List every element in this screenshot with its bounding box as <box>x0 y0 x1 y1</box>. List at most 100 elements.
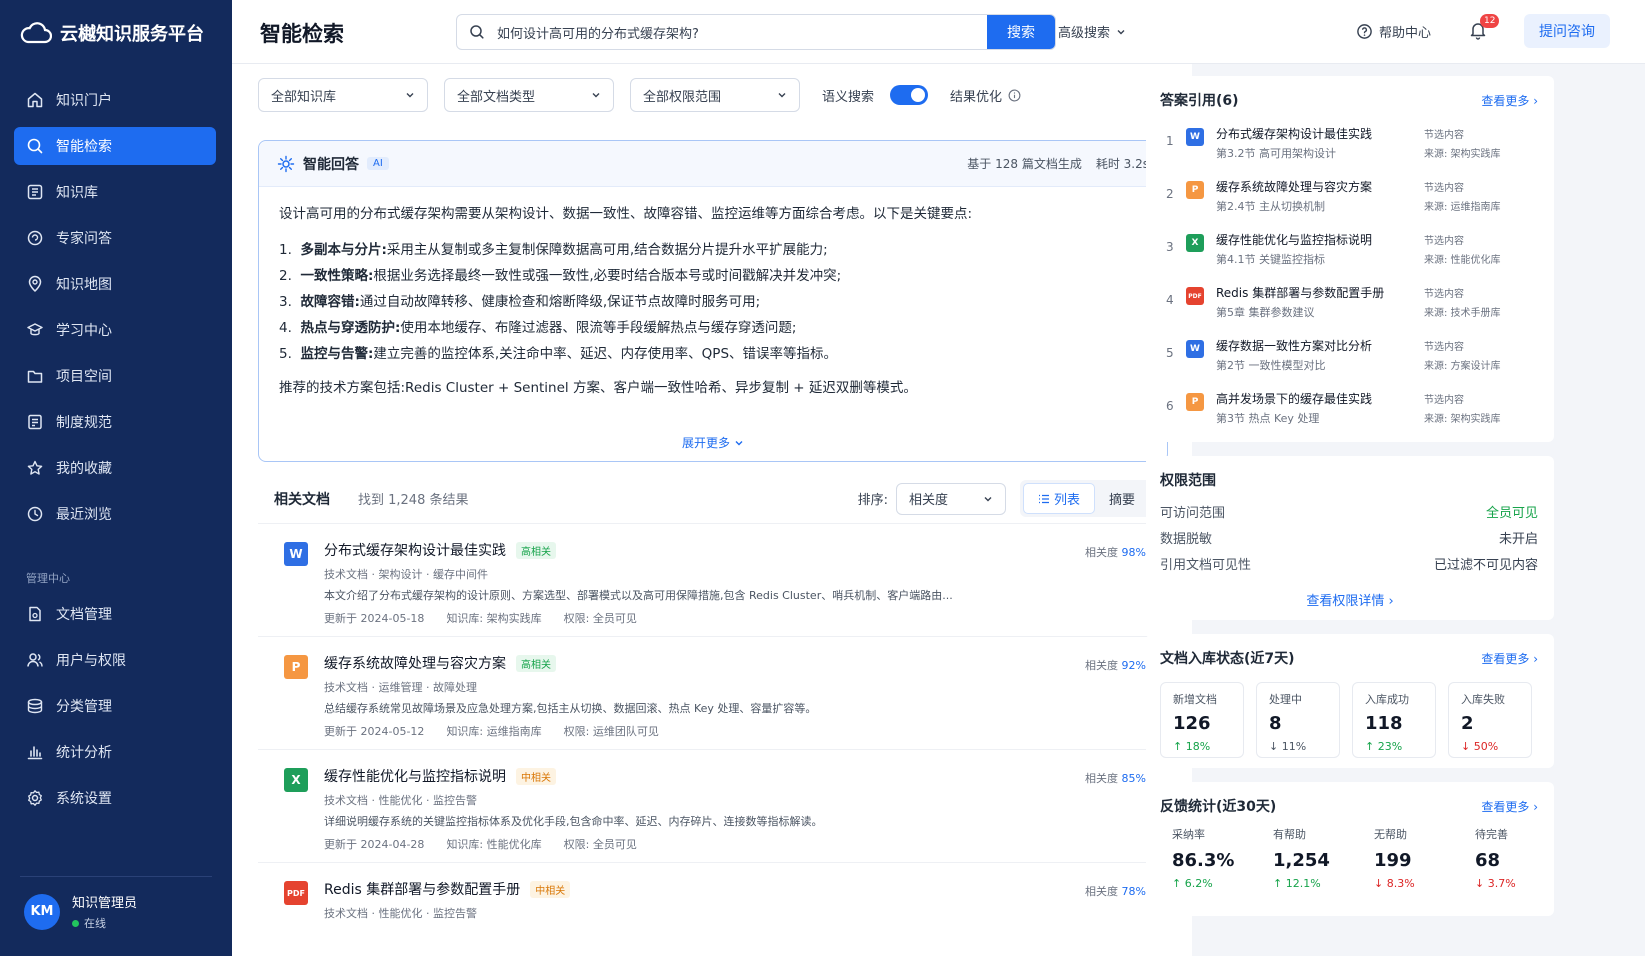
point-number: 4. <box>279 320 292 336</box>
citation-item[interactable]: 6 P 高并发场景下的缓存最佳实践 第3节 热点 Key 处理 节选内容 来源: 架构实践… <box>1146 390 1554 446</box>
doc-result-row[interactable]: PDF Redis 集群部署与参数配置手册 中相关技术文档 · 性能优化 · 监控告… <box>258 863 1168 956</box>
citation-title[interactable]: 缓存性能优化与监控指标说明 <box>1216 231 1372 248</box>
info-icon[interactable] <box>1008 89 1021 102</box>
citation-excerpt-label: 节选内容 <box>1424 342 1464 353</box>
relevance-score-label: 相关度 <box>1085 659 1119 672</box>
citation-excerpt-label: 节选内容 <box>1424 395 1464 406</box>
view-summary-button[interactable]: 摘要 <box>1095 483 1149 514</box>
view-list-label: 列表 <box>1053 493 1080 508</box>
relevance-badge: 高相关 <box>516 541 556 559</box>
kb-filter-select[interactable]: 全部知识库 <box>258 78 428 112</box>
permission-value: 未开启 <box>1498 532 1538 547</box>
ingest-title: 文档入库状态(近7天) <box>1160 651 1295 667</box>
notification-button[interactable]: 12 <box>1468 14 1500 40</box>
doc-title[interactable]: 缓存系统故障处理与容灾方案 <box>324 653 506 673</box>
citations-more-link[interactable]: 查看更多 › <box>1481 92 1538 109</box>
permission-details-link[interactable]: 查看权限详情 › <box>1146 590 1554 609</box>
citation-title[interactable]: Redis 集群部署与参数配置手册 <box>1216 284 1384 301</box>
relevance-badge: 中相关 <box>516 767 556 785</box>
doc-title[interactable]: Redis 集群部署与参数配置手册 <box>324 879 520 899</box>
view-list-button[interactable]: 列表 <box>1022 483 1095 514</box>
citation-section: 第3.2节 高可用架构设计 <box>1216 147 1336 160</box>
doc-meta: 更新于 2024-05-12 知识库: 运维指南库 权限: 运维团队可见 <box>324 723 1168 739</box>
file-w-icon: W <box>1186 128 1204 146</box>
nav-item-learning[interactable]: 学习中心 <box>14 311 216 349</box>
advanced-search-label: 高级搜索 <box>1058 26 1111 41</box>
point-heading: 一致性策略: <box>300 268 374 284</box>
help-center-button[interactable]: 帮助中心 <box>1356 22 1431 41</box>
ingest-stats: 新增文档 126 ↑ 18% 处理中 8 ↓ 11% 入库成功 118 ↑ 23% 入库失败 2 ↓ … <box>1160 682 1532 758</box>
citation-excerpt-label: 节选内容 <box>1424 289 1464 300</box>
relevance-score-label: 相关度 <box>1085 546 1119 559</box>
doc-tags: 技术文档 · 性能优化 · 监控告警 <box>324 907 477 920</box>
citation-number: 1 <box>1166 134 1174 148</box>
chevron-down-icon <box>1117 29 1125 34</box>
relevance-score-value: 78% <box>1121 885 1146 898</box>
nav-item-users[interactable]: 用户与权限 <box>14 641 216 679</box>
nav-item-regulations[interactable]: 制度规范 <box>14 403 216 441</box>
permission-link-label: 查看权限详情 <box>1306 594 1385 609</box>
doc-result-row[interactable]: W 分布式缓存架构设计最佳实践 高相关 技术文档 · 架构设计 · 缓存中间件 本文介绍… <box>258 524 1168 637</box>
semantic-search-toggle[interactable] <box>890 85 929 105</box>
citation-section: 第5章 集群参数建议 <box>1216 306 1315 319</box>
doc-result-row[interactable]: X 缓存性能优化与监控指标说明 中相关 技术文档 · 性能优化 · 监控告警 详细说明缓… <box>258 750 1168 863</box>
admin-nav: 文档管理 用户与权限 分类管理 统计分析 系统设置 <box>14 595 216 825</box>
nav-item-doc-manage[interactable]: 文档管理 <box>14 595 216 633</box>
doc-type-filter-select[interactable]: 全部文档类型 <box>444 78 614 112</box>
app-logo[interactable]: 云樾知识服务平台 <box>20 20 204 46</box>
citation-item[interactable]: 3 X 缓存性能优化与监控指标说明 第4.1节 关键监控指标 节选内容 来源: 性能优化库 <box>1146 231 1554 287</box>
feedback-more-link[interactable]: 查看更多 › <box>1481 798 1538 815</box>
doc-title[interactable]: 分布式缓存架构设计最佳实践 <box>324 540 506 560</box>
result-count: 找到 1,248 条结果 <box>358 493 469 508</box>
nav-label: 学习中心 <box>56 323 112 339</box>
nav-item-knowledge-map[interactable]: 知识地图 <box>14 265 216 303</box>
nav-label: 系统设置 <box>56 791 112 807</box>
citation-title[interactable]: 缓存数据一致性方案对比分析 <box>1216 337 1372 354</box>
citation-item[interactable]: 4 PDF Redis 集群部署与参数配置手册 第5章 集群参数建议 节选内容 来源: 技… <box>1146 284 1554 340</box>
nav-item-projects[interactable]: 项目空间 <box>14 357 216 395</box>
nav-item-expert-qa[interactable]: 专家问答 <box>14 219 216 257</box>
nav-item-settings[interactable]: 系统设置 <box>14 779 216 817</box>
scope-filter-select[interactable]: 全部权限范围 <box>630 78 800 112</box>
expand-more-label: 展开更多 <box>681 436 730 450</box>
more-label: 查看更多 <box>1481 800 1530 814</box>
citation-source: 来源: 性能优化库 <box>1424 255 1501 266</box>
nav-item-categories[interactable]: 分类管理 <box>14 687 216 725</box>
expand-more-button[interactable]: 展开更多 <box>259 434 1167 451</box>
sort-select[interactable]: 相关度 <box>895 482 1006 515</box>
ingest-more-link[interactable]: 查看更多 › <box>1481 650 1538 667</box>
search-button[interactable]: 搜索 <box>987 15 1055 49</box>
ingest-stat: 新增文档 126 ↑ 18% <box>1160 682 1244 758</box>
advanced-search-button[interactable]: 高级搜索 <box>1058 22 1126 41</box>
doc-meta: 更新于 2024-04-28 知识库: 性能优化库 权限: 全员可见 <box>324 836 1168 852</box>
permission-value: 已过滤不可见内容 <box>1433 558 1538 573</box>
relevance-badge: 中相关 <box>530 880 571 898</box>
nav-item-favorites[interactable]: 我的收藏 <box>14 449 216 487</box>
citation-title[interactable]: 分布式缓存架构设计最佳实践 <box>1216 125 1372 142</box>
doc-title[interactable]: 缓存性能优化与监控指标说明 <box>324 766 506 786</box>
doc-result-row[interactable]: P 缓存系统故障处理与容灾方案 高相关 技术文档 · 运维管理 · 故障处理 总结缓存系… <box>258 637 1168 750</box>
citation-item[interactable]: 5 W 缓存数据一致性方案对比分析 第2节 一致性模型对比 节选内容 来源: 方案设计库 <box>1146 337 1554 393</box>
nav-item-analytics[interactable]: 统计分析 <box>14 733 216 771</box>
ask-question-button[interactable]: 提问咨询 <box>1524 14 1610 48</box>
doc-title-line: Redis 集群部署与参数配置手册 中相关 <box>324 879 1168 899</box>
nav-item-search[interactable]: 智能检索 <box>14 127 216 165</box>
citation-title[interactable]: 缓存系统故障处理与容灾方案 <box>1216 178 1372 195</box>
search-input[interactable] <box>497 15 987 49</box>
file-pdf-icon: PDF <box>284 881 308 905</box>
citation-item[interactable]: 1 W 分布式缓存架构设计最佳实践 第3.2节 高可用架构设计 节选内容 来源: 架构实践… <box>1146 125 1554 181</box>
nav-item-library[interactable]: 知识库 <box>14 173 216 211</box>
chevron-down-icon <box>984 496 992 501</box>
user-profile[interactable]: KM 知识管理员 在线 <box>24 892 137 931</box>
citation-source: 来源: 架构实践库 <box>1424 149 1501 160</box>
scope-filter-value: 全部权限范围 <box>643 89 722 105</box>
nav-item-portal[interactable]: 知识门户 <box>14 81 216 119</box>
ai-answer-body: 设计高可用的分布式缓存架构需要从架构设计、数据一致性、故障容错、监控运维等方面综… <box>259 187 1167 415</box>
doc-permission: 权限: 全员可见 <box>563 838 637 851</box>
permission-label: 数据脱敏 <box>1160 532 1213 547</box>
file-w-icon: W <box>1186 340 1204 358</box>
nav-item-recent[interactable]: 最近浏览 <box>14 495 216 533</box>
citation-title[interactable]: 高并发场景下的缓存最佳实践 <box>1216 390 1372 407</box>
ai-answer-meta: 基于 128 篇文档生成 耗时 3.2s <box>967 155 1149 172</box>
citation-item[interactable]: 2 P 缓存系统故障处理与容灾方案 第2.4节 主从切换机制 节选内容 来源: 运维指南库 <box>1146 178 1554 234</box>
